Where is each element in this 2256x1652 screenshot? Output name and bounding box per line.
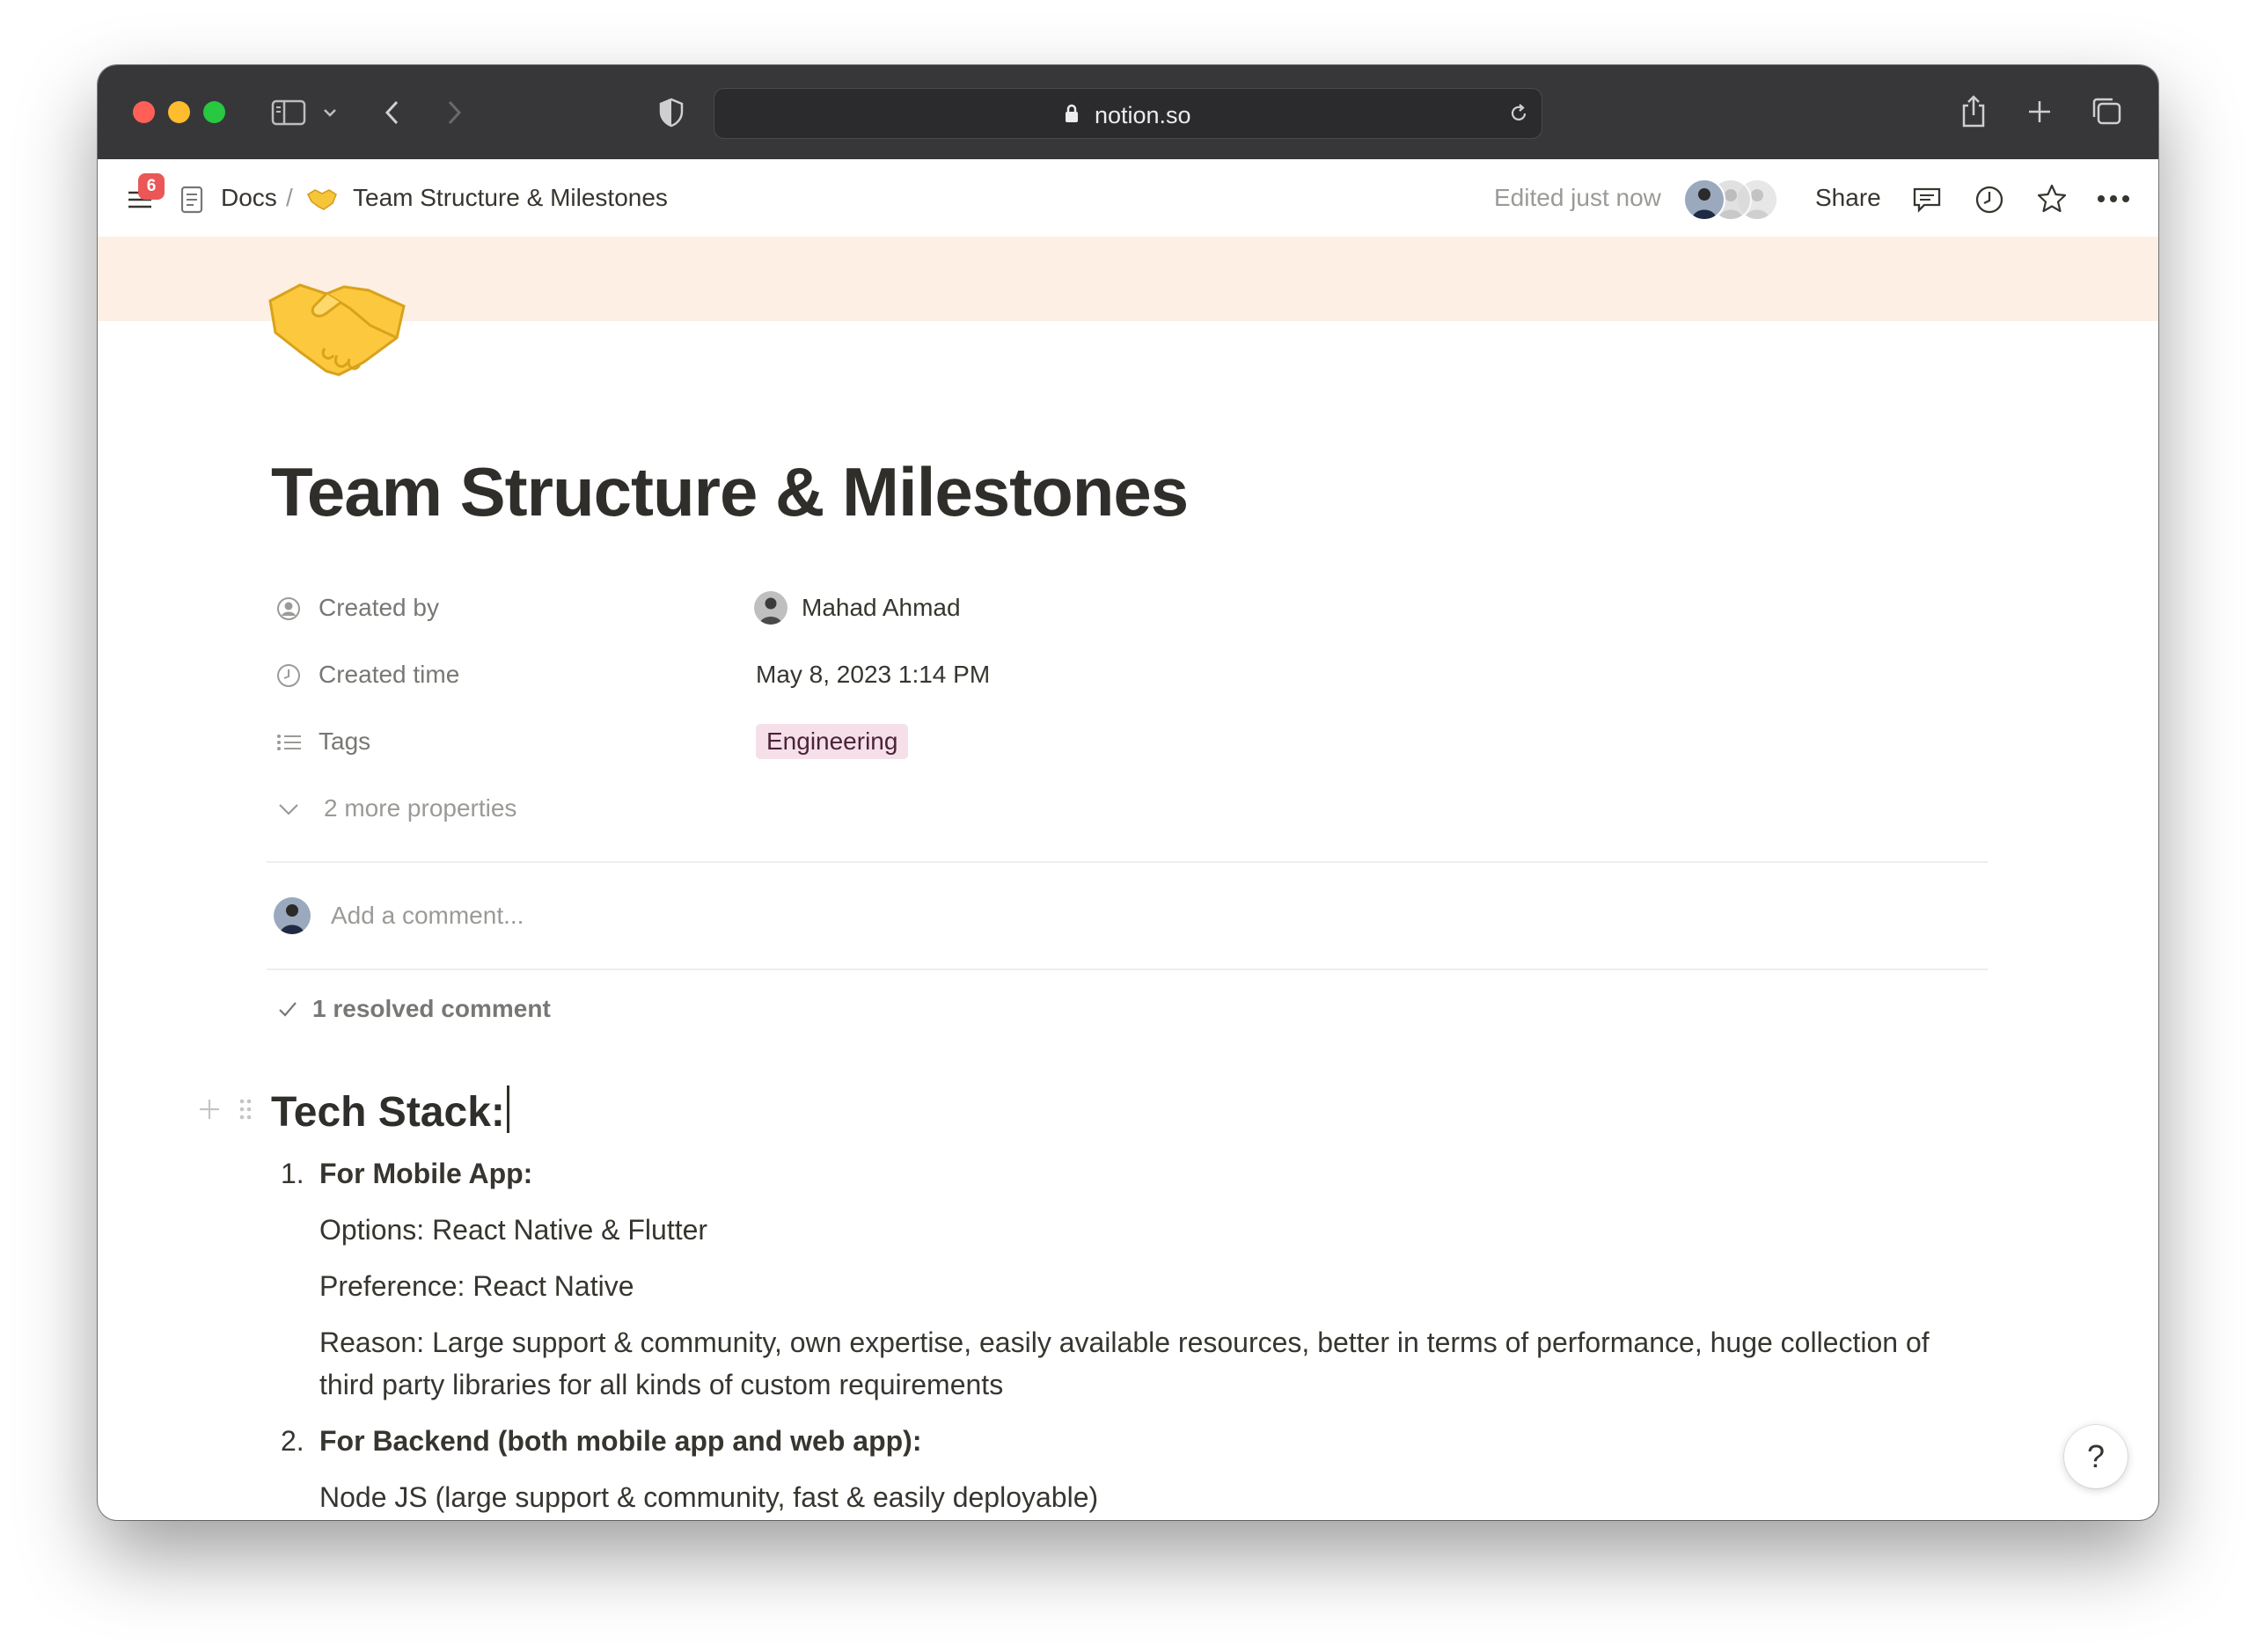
avatar [754,591,787,625]
list-item-line[interactable]: Node JS (large support & community, fast… [319,1476,1098,1518]
tag-engineering[interactable]: Engineering [756,724,909,759]
close-window-button[interactable] [133,101,155,123]
share-button[interactable]: Share [1815,159,1881,237]
lock-icon [1065,91,1079,140]
edited-status: Edited just now [1494,184,1661,211]
text-cursor [506,1085,509,1133]
property-created-time[interactable]: Created time May 8, 2023 1:14 PM [276,653,1508,697]
help-button[interactable]: ? [2064,1425,2128,1488]
more-properties-toggle[interactable]: 2 more properties [276,786,1508,830]
property-tags[interactable]: Tags Engineering [276,720,1508,764]
star-icon[interactable] [2035,182,2069,216]
browser-titlebar: notion.so [98,65,2158,159]
list-number: 2. [281,1425,304,1457]
history-icon[interactable] [1974,184,2005,216]
comment-input[interactable]: Add a comment... [331,895,524,937]
property-value: May 8, 2023 1:14 PM [756,661,991,688]
drag-handle-icon[interactable] [236,1096,255,1122]
tab-overview-icon[interactable] [2089,95,2124,128]
share-icon[interactable] [1959,91,1989,130]
breadcrumb-separator: / [286,184,293,211]
property-label: Tags [319,727,371,755]
list-item-title[interactable]: For Backend (both mobile app and web app… [319,1420,921,1462]
list-item-line[interactable]: Preference: React Native [319,1265,634,1307]
list-icon [276,730,301,755]
property-label: Created time [319,661,460,688]
list-item-title[interactable]: For Mobile App: [319,1152,532,1195]
checkmark-icon [276,998,299,1020]
handshake-icon[interactable] [265,267,414,382]
list-item-line[interactable]: third party libraries for all kinds of c… [319,1363,1003,1406]
forward-arrow-icon[interactable] [441,97,467,128]
zoom-window-button[interactable] [203,101,225,123]
avatar [274,897,311,934]
divider [267,861,1988,863]
back-arrow-icon[interactable] [379,97,406,128]
breadcrumb-page[interactable]: Team Structure & Milestones [353,159,668,237]
notion-topbar: 6 Docs / Team Structure & Milestones Edi… [98,159,2158,237]
property-created-by[interactable]: Created by Mahad Ahmad [276,586,1508,630]
minimize-window-button[interactable] [168,101,190,123]
sidebar-toggle-icon[interactable] [269,97,308,128]
new-tab-icon[interactable] [2025,97,2055,127]
list-item-line[interactable]: Options: React Native & Flutter [319,1209,707,1251]
page-title[interactable]: Team Structure & Milestones [271,452,1189,532]
address-bar[interactable]: notion.so [714,88,1542,139]
more-properties-label[interactable]: 2 more properties [324,786,516,830]
collaborator-avatar[interactable] [1683,179,1725,221]
property-value[interactable]: Mahad Ahmad [802,586,961,630]
reload-icon[interactable] [1506,101,1531,126]
page-icon [179,184,205,216]
handshake-icon [305,184,339,214]
shield-icon[interactable] [656,97,687,128]
list-item-line[interactable]: Reason: Large support & community, own e… [319,1321,1930,1363]
notification-badge[interactable]: 6 [138,173,165,200]
more-options-icon[interactable] [2095,186,2132,212]
clock-icon [276,663,301,688]
resolved-comments-link[interactable]: 1 resolved comment [312,988,551,1030]
heading-tech-stack[interactable]: Tech Stack: [271,1085,509,1137]
breadcrumb-docs[interactable]: Docs [221,159,277,237]
divider [267,969,1988,970]
person-circle-icon [276,596,301,621]
browser-window: notion.so 6 Docs / Team Structure & Mile… [98,65,2158,1520]
property-label: Created by [319,594,439,621]
heading-text: Tech Stack: [271,1089,505,1136]
chevron-down-icon[interactable] [319,102,341,123]
comment-icon[interactable] [1910,184,1944,216]
url-text: notion.so [1094,101,1191,128]
list-number: 1. [281,1158,304,1189]
add-block-icon[interactable] [196,1096,223,1122]
chevron-down-icon [276,797,301,822]
property-value: Engineering [756,720,909,764]
